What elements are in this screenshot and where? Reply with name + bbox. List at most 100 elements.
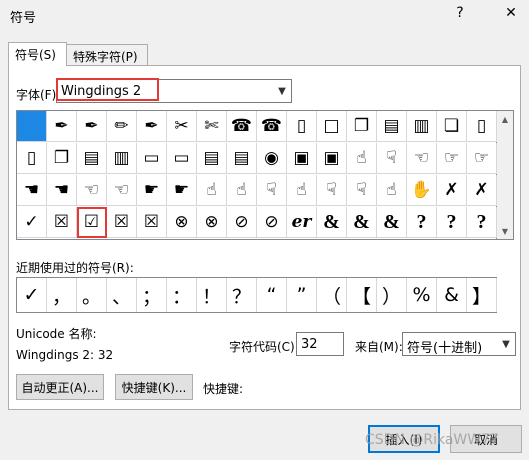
symbol-grid: ✒ ✒ ✏ ✒ ✂ ✄ ☎ ☎ ▯ □ ❐ ▤ ▥ ❏ ▯ ▯ ❐ ▤ ▥ ▭ ▭ ▤ ▤ ◉ ▣ ▣ ☝ ☟ ☜ ☞ ☞ ☚ ☚ ☜ ☜ ☛ ☛ ☝ ☝ ☟…	[16, 110, 497, 240]
recent-symbol-cell[interactable]: ✓	[17, 278, 47, 312]
symbol-cell[interactable]: ?	[437, 207, 467, 238]
symbol-cell[interactable]: ☝	[227, 175, 257, 206]
symbol-cell[interactable]: ▭	[137, 143, 167, 174]
symbol-cell[interactable]: &	[377, 207, 407, 238]
autocorrect-button[interactable]: 自动更正(A)...	[16, 374, 104, 400]
symbol-cell[interactable]: ☝	[287, 175, 317, 206]
symbol-cell[interactable]: ▯	[17, 143, 47, 174]
from-label: 来自(M):	[355, 340, 403, 354]
dialog-title: 符号	[10, 11, 37, 26]
shortcut-key-button[interactable]: 快捷键(K)...	[115, 374, 193, 400]
tab-special-characters[interactable]: 特殊字符(P)	[66, 44, 148, 66]
symbol-cell[interactable]: ☒	[137, 207, 167, 238]
symbol-cell[interactable]: ▥	[407, 111, 437, 142]
symbol-cell[interactable]: ⊘	[227, 207, 257, 238]
symbol-cell[interactable]: ☞	[437, 143, 467, 174]
symbol-cell[interactable]: ✗	[467, 175, 497, 206]
recent-symbol-cell[interactable]: %	[407, 278, 437, 312]
symbol-cell[interactable]: &	[347, 207, 377, 238]
from-select[interactable]: 符号(十进制) ▼	[402, 332, 516, 356]
recent-symbol-cell[interactable]: ？	[227, 278, 257, 312]
symbol-cell[interactable]: ❏	[437, 111, 467, 142]
font-label: 字体(F):	[16, 88, 61, 102]
recent-symbol-cell[interactable]: 、	[107, 278, 137, 312]
recent-symbol-cell[interactable]: “	[257, 278, 287, 312]
symbol-cell[interactable]: ▣	[317, 143, 347, 174]
symbol-cell[interactable]: ❐	[347, 111, 377, 142]
symbol-grid-scrollbar[interactable]: ▲ ▼	[497, 110, 514, 240]
symbol-cell[interactable]: ❐	[47, 143, 77, 174]
chevron-down-icon: ▼	[496, 333, 515, 355]
symbol-cell[interactable]: □	[317, 111, 347, 142]
symbol-cell[interactable]: ☝	[197, 175, 227, 206]
symbol-cell[interactable]: ☟	[347, 175, 377, 206]
symbol-cell[interactable]: ▤	[77, 143, 107, 174]
scroll-down-icon[interactable]: ▼	[497, 223, 513, 239]
symbol-cell[interactable]: ▥	[107, 143, 137, 174]
symbol-cell[interactable]: ?	[467, 207, 497, 238]
symbol-cell[interactable]: ☎	[227, 111, 257, 142]
symbol-cell[interactable]: ☛	[167, 175, 197, 206]
symbol-cell[interactable]: ☑	[77, 207, 107, 238]
symbol-cell[interactable]: ☚	[47, 175, 77, 206]
symbol-cell[interactable]: ☒	[107, 207, 137, 238]
symbol-cell[interactable]: ⊗	[167, 207, 197, 238]
symbol-cell[interactable]: ☒	[47, 207, 77, 238]
recent-symbol-cell[interactable]: ”	[287, 278, 317, 312]
symbol-cell[interactable]: ☟	[317, 175, 347, 206]
symbol-cell[interactable]: ☜	[77, 175, 107, 206]
symbol-cell[interactable]: &	[317, 207, 347, 238]
symbol-cell[interactable]: ✄	[197, 111, 227, 142]
symbol-cell[interactable]: ◉	[257, 143, 287, 174]
symbol-cell[interactable]: ▯	[467, 111, 497, 142]
symbol-cell[interactable]	[17, 111, 47, 142]
recent-symbol-cell[interactable]: &	[437, 278, 467, 312]
char-code-value: 32	[301, 337, 318, 352]
char-code-input[interactable]: 32	[296, 332, 344, 356]
symbol-cell[interactable]: ✒	[137, 111, 167, 142]
symbol-cell[interactable]: ✋	[407, 175, 437, 206]
symbol-cell[interactable]: ☟	[377, 143, 407, 174]
symbol-cell[interactable]: ☞	[467, 143, 497, 174]
shortcut-key-label: 快捷键:	[203, 382, 244, 396]
symbol-cell[interactable]: ☜	[107, 175, 137, 206]
symbol-cell[interactable]: ▤	[377, 111, 407, 142]
symbol-cell[interactable]: ☝	[377, 175, 407, 206]
symbol-cell[interactable]: ▤	[227, 143, 257, 174]
recent-symbol-cell[interactable]: ，	[47, 278, 77, 312]
symbol-cell[interactable]: ☚	[17, 175, 47, 206]
symbol-cell[interactable]: ?	[407, 207, 437, 238]
symbol-cell[interactable]: ✒	[47, 111, 77, 142]
recent-symbol-cell[interactable]: 【	[347, 278, 377, 312]
symbol-cell[interactable]: ☜	[407, 143, 437, 174]
help-button[interactable]: ?	[451, 4, 469, 22]
symbol-cell[interactable]: ☛	[137, 175, 167, 206]
close-button[interactable]: ✕	[502, 4, 520, 22]
symbol-cell[interactable]: ⊗	[197, 207, 227, 238]
recent-symbol-cell[interactable]: ；	[137, 278, 167, 312]
recent-symbol-cell[interactable]: ）	[377, 278, 407, 312]
symbol-cell[interactable]: ✗	[437, 175, 467, 206]
symbol-cell[interactable]: ⊘	[257, 207, 287, 238]
symbol-cell[interactable]: ▤	[197, 143, 227, 174]
symbol-cell[interactable]: ▯	[287, 111, 317, 142]
symbol-cell[interactable]: er	[287, 207, 317, 238]
recent-symbol-cell[interactable]: 】	[467, 278, 497, 312]
recent-symbol-cell[interactable]: ！	[197, 278, 227, 312]
symbol-cell[interactable]: ✏	[107, 111, 137, 142]
tab-symbols[interactable]: 符号(S)	[8, 42, 67, 66]
symbol-cell[interactable]: ☝	[347, 143, 377, 174]
recent-symbol-cell[interactable]: ：	[167, 278, 197, 312]
scroll-up-icon[interactable]: ▲	[497, 111, 513, 127]
symbol-cell[interactable]: ☎	[257, 111, 287, 142]
symbol-cell[interactable]: ▣	[287, 143, 317, 174]
recent-symbols-bar: ✓，。、；：！？ “” （【）% &】	[16, 277, 497, 313]
symbol-cell[interactable]: ✂	[167, 111, 197, 142]
recent-symbol-cell[interactable]: （	[317, 278, 347, 312]
symbol-cell[interactable]: ▭	[167, 143, 197, 174]
symbol-cell[interactable]: ✓	[17, 207, 47, 238]
symbol-cell[interactable]: ☟	[257, 175, 287, 206]
font-highlight-box	[56, 78, 159, 101]
symbol-cell[interactable]: ✒	[77, 111, 107, 142]
recent-symbol-cell[interactable]: 。	[77, 278, 107, 312]
